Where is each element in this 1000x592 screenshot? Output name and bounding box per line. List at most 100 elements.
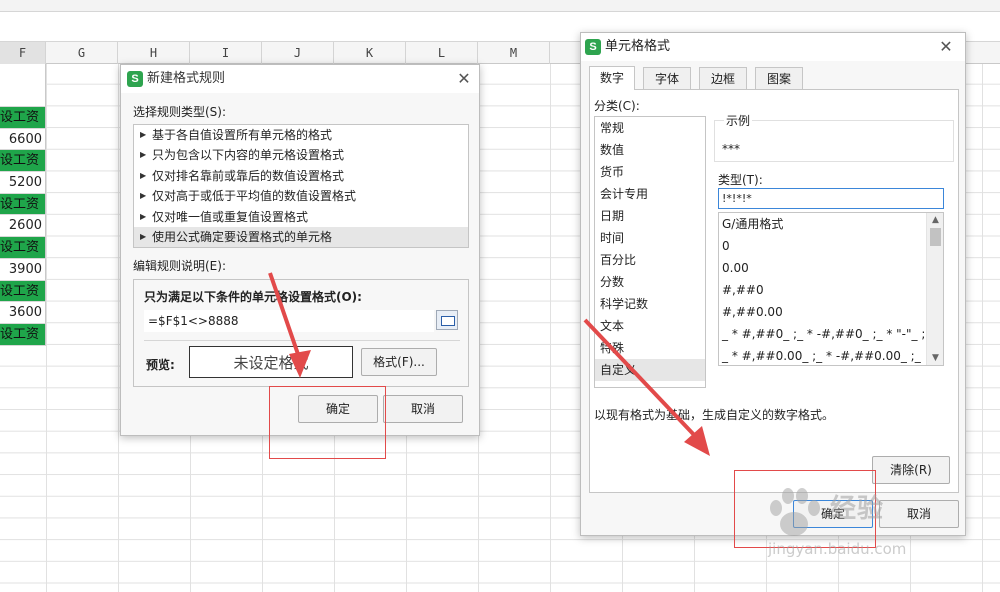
triangle-right-icon: ▶ xyxy=(140,150,147,160)
cell-f5[interactable]: 5200 xyxy=(0,172,46,194)
category-label: 分类(C): xyxy=(594,99,640,113)
close-icon[interactable]: ✕ xyxy=(937,38,955,56)
rule-type-item[interactable]: ▶ 仅对高于或低于平均值的数值设置格式 xyxy=(134,186,468,206)
scroll-thumb[interactable] xyxy=(930,228,941,246)
cell-f2[interactable]: 设工资 xyxy=(0,107,46,129)
category-item[interactable]: 常规 xyxy=(595,117,705,139)
rule-type-item[interactable]: ▶ 基于各自值设置所有单元格的格式 xyxy=(134,125,468,145)
category-item[interactable]: 日期 xyxy=(595,205,705,227)
type-option[interactable]: #,##0.00 xyxy=(719,301,924,323)
column-header-f[interactable]: F xyxy=(0,42,46,64)
category-item[interactable]: 数值 xyxy=(595,139,705,161)
rule-type-label: 只为包含以下内容的单元格设置格式 xyxy=(152,148,345,163)
category-list: 常规 数值 货币 会计专用 日期 时间 百分比 分数 科学记数 文本 特殊 自定义 xyxy=(594,116,706,388)
type-option[interactable]: 0.00 xyxy=(719,257,924,279)
type-label: 类型(T): xyxy=(718,173,763,187)
dialog-title-bar[interactable]: S 新建格式规则 ✕ xyxy=(121,65,479,93)
cell-f8[interactable]: 设工资 xyxy=(0,237,46,259)
triangle-right-icon: ▶ xyxy=(140,191,147,201)
category-item[interactable]: 货币 xyxy=(595,161,705,183)
range-picker-icon[interactable] xyxy=(436,310,458,330)
type-option[interactable]: _ * #,##0_ ;_ * -#,##0_ ;_ * "-"_ ;_ @_ xyxy=(719,323,924,345)
cell-f9[interactable]: 3900 xyxy=(0,258,46,281)
cell-f6[interactable]: 设工资 xyxy=(0,193,46,216)
cell-f1[interactable] xyxy=(0,64,46,107)
wps-logo-icon: S xyxy=(127,71,143,87)
preview-label: 预览: xyxy=(146,358,175,372)
condition-heading: 只为满足以下条件的单元格设置格式(O): xyxy=(144,290,362,304)
sample-value: *** xyxy=(722,142,740,156)
type-option[interactable]: #,##0 xyxy=(719,279,924,301)
watermark-url: jingyan.baidu.com xyxy=(768,540,907,558)
sample-label: 示例 xyxy=(724,112,753,129)
column-header-m[interactable]: M xyxy=(478,42,550,64)
wps-logo-icon: S xyxy=(585,39,601,55)
tab-0[interactable]: 数字 xyxy=(589,66,635,90)
cancel-button[interactable]: 取消 xyxy=(383,395,463,423)
category-item[interactable]: 科学记数 xyxy=(595,293,705,315)
paw-logo-icon xyxy=(770,488,820,536)
rule-type-label: 使用公式确定要设置格式的单元格 xyxy=(152,229,333,244)
category-item[interactable]: 分数 xyxy=(595,271,705,293)
rule-type-label: 基于各自值设置所有单元格的格式 xyxy=(152,128,333,142)
format-preview: 未设定格式 xyxy=(189,346,353,378)
type-option[interactable]: G/通用格式 xyxy=(719,213,924,235)
category-item[interactable]: 特殊 xyxy=(595,337,705,359)
scrollbar[interactable]: ▲ ▼ xyxy=(926,213,943,365)
column-f-cells: 设工资 6600 设工资 5200 设工资 2600 设工资 3900 设工资 3600 设工资 xyxy=(0,64,46,346)
triangle-right-icon: ▶ xyxy=(140,170,147,180)
category-item[interactable]: 百分比 xyxy=(595,249,705,271)
scroll-down-icon[interactable]: ▼ xyxy=(927,351,943,365)
rule-type-label: 仅对排名靠前或靠后的数值设置格式 xyxy=(152,168,345,183)
divider xyxy=(144,340,460,341)
dialog-title-bar[interactable]: S 单元格格式 ✕ xyxy=(581,33,965,61)
triangle-right-icon: ▶ xyxy=(140,231,147,241)
rule-type-item[interactable]: ▶ 仅对唯一值或重复值设置格式 xyxy=(134,207,468,227)
category-item[interactable]: 时间 xyxy=(595,227,705,249)
type-list: G/通用格式 0 0.00 #,##0 #,##0.00 _ * #,##0_ ;_ * … xyxy=(718,212,944,366)
tab-2[interactable]: 边框 xyxy=(699,67,747,89)
cell-f11[interactable]: 3600 xyxy=(0,302,46,324)
baidu-jingyan-watermark: 经验 jingyan.baidu.com xyxy=(762,478,994,574)
cell-f7[interactable]: 2600 xyxy=(0,215,46,238)
tab-1[interactable]: 字体 xyxy=(643,67,691,89)
tab-3[interactable]: 图案 xyxy=(755,67,803,89)
triangle-right-icon: ▶ xyxy=(140,211,147,221)
rule-type-label: 选择规则类型(S): xyxy=(133,105,227,119)
watermark-brand: 经验 xyxy=(830,494,885,524)
type-input[interactable]: !*!*!* xyxy=(718,188,944,209)
column-header-i[interactable]: I xyxy=(190,42,262,64)
rule-type-item[interactable]: ▶ 只为包含以下内容的单元格设置格式 xyxy=(134,145,468,165)
hint-text: 以现有格式为基础，生成自定义的数字格式。 xyxy=(594,408,835,422)
edit-description-label: 编辑规则说明(E): xyxy=(133,259,226,273)
scroll-up-icon[interactable]: ▲ xyxy=(927,213,943,227)
rule-type-item[interactable]: ▶ 使用公式确定要设置格式的单元格 xyxy=(134,226,468,248)
cell-f4[interactable]: 设工资 xyxy=(0,150,46,173)
type-option[interactable]: 0 xyxy=(719,235,924,257)
cell-f3[interactable]: 6600 xyxy=(0,128,46,151)
cell-f10[interactable]: 设工资 xyxy=(0,280,46,303)
new-format-rule-dialog: S 新建格式规则 ✕ 选择规则类型(S): ▶ 基于各自值设置所有单元格的格式 ▶ 只… xyxy=(120,64,480,436)
category-item[interactable]: 文本 xyxy=(595,315,705,337)
column-header-j[interactable]: J xyxy=(262,42,334,64)
ribbon-strip xyxy=(0,0,1000,12)
dialog-title: 单元格格式 xyxy=(605,39,671,54)
cell-f12[interactable]: 设工资 xyxy=(0,323,46,346)
column-header-h[interactable]: H xyxy=(118,42,190,64)
rule-type-item[interactable]: ▶ 仅对排名靠前或靠后的数值设置格式 xyxy=(134,166,468,186)
type-option[interactable]: _ * #,##0.00_ ;_ * -#,##0.00_ ;_ * "-"??… xyxy=(719,345,924,365)
category-item[interactable]: 会计专用 xyxy=(595,183,705,205)
column-header-l[interactable]: L xyxy=(406,42,478,64)
rule-type-label: 仅对唯一值或重复值设置格式 xyxy=(152,209,309,224)
column-header-k[interactable]: K xyxy=(334,42,406,64)
rule-description-box: 只为满足以下条件的单元格设置格式(O): =$F$1<>8888 预览: 未设定… xyxy=(133,279,469,387)
number-tab-panel: 分类(C): 常规 数值 货币 会计专用 日期 时间 百分比 分数 科学记数 文本 特殊 自定义 示例… xyxy=(589,89,959,493)
category-item[interactable]: 自定义 xyxy=(595,359,705,381)
cell-format-dialog: S 单元格格式 ✕ 分类(C): 常规 数值 货币 会计专用 日期 时间 百分比 分数 科学记数… xyxy=(580,32,966,536)
close-icon[interactable]: ✕ xyxy=(455,70,473,88)
column-header-g[interactable]: G xyxy=(46,42,118,64)
format-button[interactable]: 格式(F)... xyxy=(361,348,437,376)
formula-input[interactable]: =$F$1<>8888 xyxy=(144,310,434,332)
rule-type-label: 仅对高于或低于平均值的数值设置格式 xyxy=(152,189,357,204)
dialog-title: 新建格式规则 xyxy=(147,71,226,86)
